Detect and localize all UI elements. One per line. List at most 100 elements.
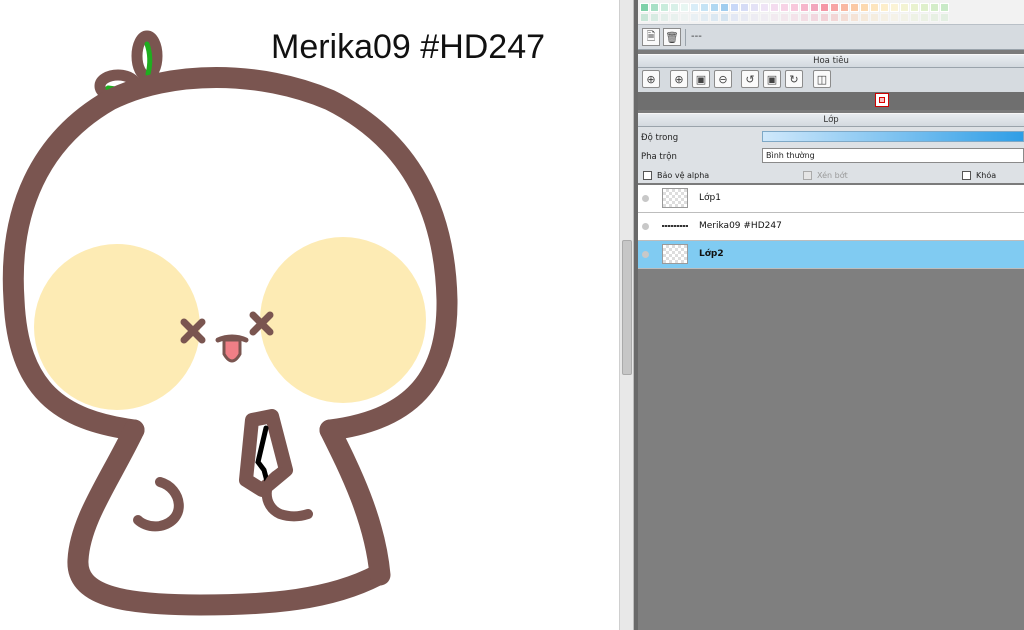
color-swatch[interactable]	[640, 3, 649, 12]
blend-mode-label: Pha trộn	[641, 152, 677, 162]
visibility-icon[interactable]	[642, 251, 649, 258]
color-swatch[interactable]	[770, 13, 779, 22]
color-swatch[interactable]	[880, 13, 889, 22]
color-swatch[interactable]	[680, 13, 689, 22]
color-swatch[interactable]	[690, 13, 699, 22]
new-file-icon[interactable]: 🗎	[642, 28, 660, 46]
color-swatch[interactable]	[740, 3, 749, 12]
layer-name: Lớp1	[699, 193, 721, 203]
canvas-vertical-scrollbar[interactable]	[619, 0, 634, 630]
color-swatch[interactable]	[650, 3, 659, 12]
color-swatch[interactable]	[760, 13, 769, 22]
color-swatch[interactable]	[870, 13, 879, 22]
opacity-slider[interactable]	[762, 131, 1024, 142]
fit-window-icon[interactable]: ▣	[692, 70, 710, 88]
visibility-icon[interactable]	[642, 223, 649, 230]
color-swatch[interactable]	[850, 13, 859, 22]
checkbox-box	[803, 171, 812, 180]
color-swatch[interactable]	[790, 3, 799, 12]
color-swatch[interactable]	[870, 3, 879, 12]
blend-mode-select[interactable]: Bình thường	[762, 148, 1024, 163]
rotate-right-icon[interactable]: ↻	[785, 70, 803, 88]
lock-checkbox[interactable]: Khóa	[962, 171, 996, 180]
color-swatch[interactable]	[860, 3, 869, 12]
color-swatch[interactable]	[920, 3, 929, 12]
layer-row-lop2[interactable]: Lớp2	[638, 241, 1024, 269]
color-swatch[interactable]	[690, 3, 699, 12]
layer-row-lop1[interactable]: Lớp1	[638, 185, 1024, 213]
color-swatch[interactable]	[840, 3, 849, 12]
scrollbar-thumb[interactable]	[622, 240, 632, 375]
zoom-fit-icon[interactable]: ⊕	[642, 70, 660, 88]
zoom-out-icon[interactable]: ⊖	[714, 70, 732, 88]
sprout-leaf-top-green	[144, 41, 153, 77]
toolbar-divider	[685, 29, 686, 46]
color-swatch[interactable]	[840, 13, 849, 22]
left-cheek	[34, 244, 200, 410]
color-swatch[interactable]	[720, 13, 729, 22]
color-swatch[interactable]	[850, 3, 859, 12]
color-swatch[interactable]	[660, 13, 669, 22]
color-swatch[interactable]	[660, 3, 669, 12]
color-swatch[interactable]	[930, 3, 939, 12]
color-swatch[interactable]	[800, 3, 809, 12]
color-swatch[interactable]	[750, 3, 759, 12]
color-swatch[interactable]	[820, 13, 829, 22]
color-swatch[interactable]	[930, 13, 939, 22]
color-swatch[interactable]	[890, 3, 899, 12]
color-swatch[interactable]	[700, 13, 709, 22]
color-swatch[interactable]	[830, 13, 839, 22]
color-swatch[interactable]	[830, 3, 839, 12]
color-swatch[interactable]	[860, 13, 869, 22]
color-swatch[interactable]	[730, 13, 739, 22]
color-swatch[interactable]	[720, 3, 729, 12]
layer-file-toolbar: 🗎 🗑 ---	[638, 24, 1024, 50]
color-swatch[interactable]	[890, 13, 899, 22]
color-swatch[interactable]	[770, 3, 779, 12]
visibility-icon[interactable]	[642, 195, 649, 202]
color-swatch[interactable]	[910, 3, 919, 12]
trash-icon[interactable]: 🗑	[663, 28, 681, 46]
color-swatch[interactable]	[910, 13, 919, 22]
color-swatch[interactable]	[700, 3, 709, 12]
color-swatch[interactable]	[740, 13, 749, 22]
color-swatch[interactable]	[810, 13, 819, 22]
color-swatch[interactable]	[670, 3, 679, 12]
color-swatch[interactable]	[710, 3, 719, 12]
drawing-canvas[interactable]: Merika09 #HD247	[0, 0, 619, 630]
reset-rotation-icon[interactable]: ▣	[763, 70, 781, 88]
color-swatch[interactable]	[820, 3, 829, 12]
color-swatch[interactable]	[920, 13, 929, 22]
color-swatch[interactable]	[750, 13, 759, 22]
color-swatch[interactable]	[940, 13, 949, 22]
color-swatch[interactable]	[780, 13, 789, 22]
canvas-text-layer[interactable]: Merika09 #HD247	[271, 28, 545, 67]
tongue	[222, 338, 242, 363]
color-swatch[interactable]	[680, 3, 689, 12]
protect-alpha-checkbox[interactable]: Bảo vệ alpha	[643, 171, 709, 180]
color-swatch[interactable]	[880, 3, 889, 12]
checkbox-box[interactable]	[962, 171, 971, 180]
color-swatch[interactable]	[730, 3, 739, 12]
right-cheek	[260, 237, 426, 403]
color-swatch[interactable]	[670, 13, 679, 22]
checkbox-box[interactable]	[643, 171, 652, 180]
layer-row-text[interactable]: Merika09 #HD247	[638, 213, 1024, 241]
color-swatch[interactable]	[900, 13, 909, 22]
zoom-in-icon[interactable]: ⊕	[670, 70, 688, 88]
color-swatch[interactable]	[940, 3, 949, 12]
navigator-view-marker[interactable]	[875, 93, 889, 107]
color-swatch[interactable]	[810, 3, 819, 12]
color-swatch[interactable]	[800, 13, 809, 22]
rotate-left-icon[interactable]: ↺	[741, 70, 759, 88]
navigator-preview[interactable]	[638, 92, 1024, 110]
layer-thumbnail	[662, 244, 688, 264]
color-swatch[interactable]	[650, 13, 659, 22]
color-swatch[interactable]	[780, 3, 789, 12]
flip-icon[interactable]: ◫	[813, 70, 831, 88]
color-swatch[interactable]	[710, 13, 719, 22]
color-swatch[interactable]	[790, 13, 799, 22]
color-swatch[interactable]	[900, 3, 909, 12]
color-swatch[interactable]	[640, 13, 649, 22]
color-swatch[interactable]	[760, 3, 769, 12]
